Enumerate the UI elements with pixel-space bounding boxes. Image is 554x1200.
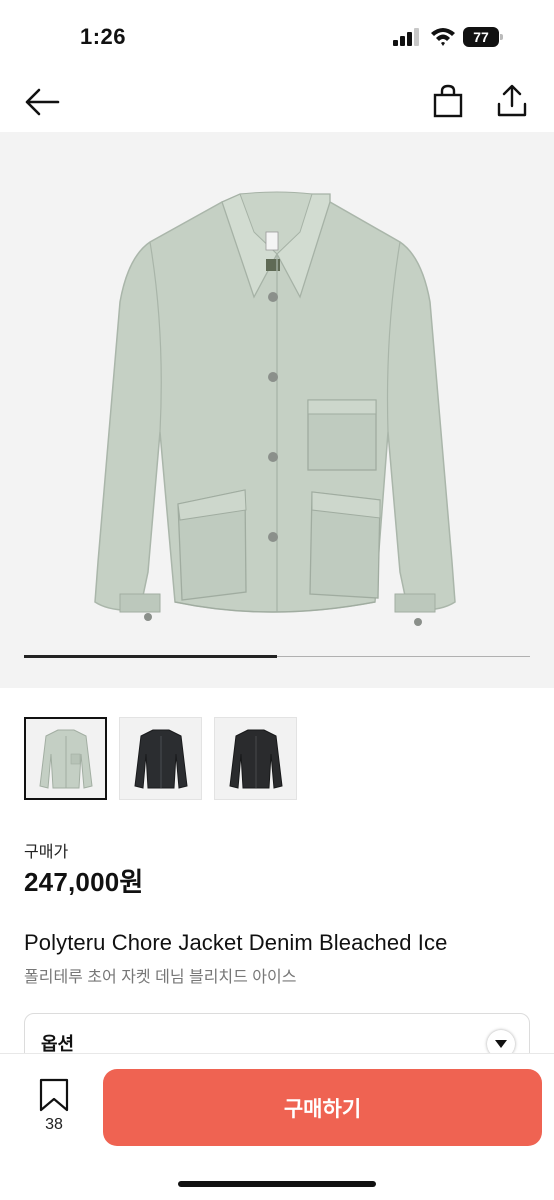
price-value: 247,000원 [24, 867, 144, 897]
product-image-carousel[interactable] [0, 132, 554, 688]
shopping-bag-button[interactable] [428, 80, 468, 122]
buy-button[interactable]: 구매하기 [103, 1069, 542, 1146]
share-button[interactable] [492, 80, 532, 122]
product-title-ko: 폴리테루 초어 자켓 데님 블리치드 아이스 [24, 969, 297, 986]
product-title-en: Polyteru Chore Jacket Denim Bleached Ice [24, 930, 448, 955]
thumbnail-black-jacket-alt[interactable] [214, 717, 297, 800]
thumbnail-image [38, 729, 93, 789]
wifi-icon [431, 28, 455, 46]
carousel-progress-fill [24, 655, 277, 658]
shopping-bag-icon [433, 84, 463, 118]
bookmark-icon [39, 1078, 69, 1112]
product-image [94, 191, 456, 626]
battery-icon: 77 [463, 27, 503, 47]
thumbnail-image [133, 729, 188, 789]
back-arrow-icon [25, 88, 60, 116]
status-bar: 1:26 77 [0, 0, 554, 70]
nav-bar [0, 70, 554, 132]
status-time: 1:26 [80, 24, 127, 49]
thumbnail-black-jacket[interactable] [119, 717, 202, 800]
price-label: 구매가 [24, 844, 69, 861]
bottom-action-bar: 38 구매하기 [0, 1053, 554, 1200]
bookmark-count: 38 [45, 1116, 63, 1133]
thumbnail-strip [24, 717, 297, 800]
carousel-progress-track [24, 655, 530, 658]
bookmark-button[interactable]: 38 [30, 1078, 78, 1138]
share-icon [497, 84, 527, 117]
back-button[interactable] [20, 82, 64, 122]
battery-percent: 77 [463, 27, 499, 47]
home-indicator [178, 1181, 376, 1187]
signal-icon [393, 28, 419, 46]
thumbnail-image [228, 729, 283, 789]
thumbnail-mint-jacket[interactable] [24, 717, 107, 800]
